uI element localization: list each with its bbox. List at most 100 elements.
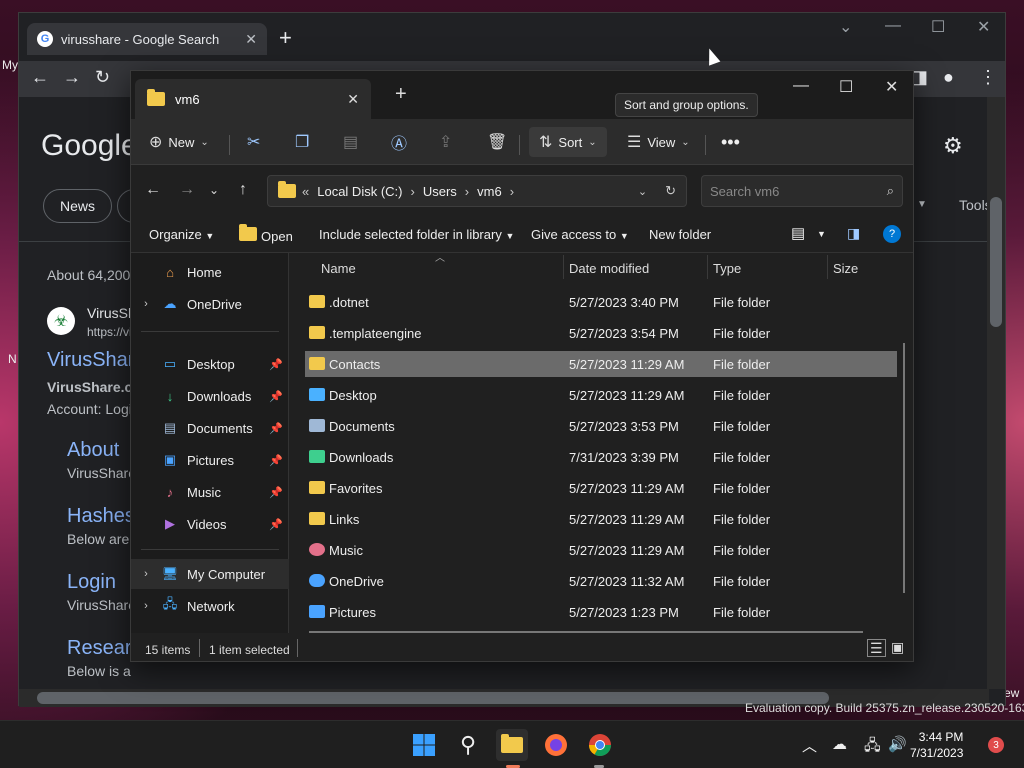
file-row[interactable]: Desktop 5/27/2023 11:29 AM File folder bbox=[305, 382, 897, 408]
close-window-button[interactable]: ✕ bbox=[885, 77, 898, 97]
new-tab-button[interactable]: + bbox=[395, 83, 407, 106]
file-row[interactable]: .templateengine 5/27/2023 3:54 PM File fol… bbox=[305, 320, 897, 346]
close-window-button[interactable]: ✕ bbox=[977, 17, 990, 37]
organize-menu[interactable]: Organize ▼ bbox=[149, 227, 214, 242]
up-icon[interactable]: ↑ bbox=[239, 181, 247, 199]
view-options-icon[interactable]: ▤ bbox=[791, 224, 805, 242]
nav-item-my-computer[interactable]: › 🖥 My Computer bbox=[131, 559, 289, 589]
taskbar-firefox[interactable] bbox=[540, 729, 572, 761]
recent-locations-icon[interactable]: ⌄ bbox=[209, 183, 219, 197]
breadcrumb-users[interactable]: Users bbox=[423, 184, 457, 199]
overflow-crumb[interactable]: « bbox=[302, 184, 309, 199]
back-icon[interactable]: ← bbox=[31, 67, 49, 88]
file-row[interactable]: Links 5/27/2023 11:29 AM File folder bbox=[305, 506, 897, 532]
file-row[interactable]: .dotnet 5/27/2023 3:40 PM File folder bbox=[305, 289, 897, 315]
sitelink-about[interactable]: About bbox=[67, 439, 119, 462]
cloud-offline-icon[interactable]: ☁ bbox=[832, 735, 847, 753]
pin-icon[interactable]: 📌 bbox=[269, 390, 283, 403]
details-view-icon[interactable]: ☰ bbox=[867, 639, 886, 657]
explorer-tab-vm6[interactable]: vm6 ✕ bbox=[135, 79, 371, 119]
profile-icon[interactable]: ● bbox=[943, 67, 954, 88]
gear-icon[interactable]: ⚙ bbox=[943, 133, 963, 159]
more-options-button[interactable]: ••• bbox=[721, 127, 740, 157]
chevron-up-icon[interactable]: ︿ bbox=[802, 735, 817, 756]
file-row[interactable]: Contacts 5/27/2023 11:29 AM File folder bbox=[305, 351, 897, 377]
paste-button[interactable]: ▤ bbox=[343, 127, 364, 157]
chevron-right-icon[interactable]: › bbox=[131, 600, 161, 612]
chevron-down-icon[interactable]: ⌄ bbox=[638, 185, 647, 198]
nav-item-desktop[interactable]: ▭ Desktop 📌 bbox=[131, 349, 289, 379]
file-row[interactable]: Documents 5/27/2023 3:53 PM File folder bbox=[305, 413, 897, 439]
maximize-button[interactable]: ☐ bbox=[839, 77, 853, 97]
delete-button[interactable]: 🗑 bbox=[487, 127, 513, 157]
forward-icon[interactable]: → bbox=[179, 181, 195, 199]
include-in-library-menu[interactable]: Include selected folder in library ▼ bbox=[319, 227, 514, 242]
file-row[interactable]: Music 5/27/2023 11:29 AM File folder bbox=[305, 537, 897, 563]
column-divider[interactable] bbox=[563, 255, 564, 279]
taskbar-chrome[interactable] bbox=[584, 729, 616, 761]
google-logo[interactable]: Google bbox=[41, 129, 138, 163]
new-folder-button[interactable]: New folder bbox=[649, 227, 711, 242]
nav-item-videos[interactable]: ▶ Videos 📌 bbox=[131, 509, 289, 539]
pin-icon[interactable]: 📌 bbox=[269, 518, 283, 531]
caret-down-icon[interactable]: ▼ bbox=[817, 229, 826, 239]
column-header-size[interactable]: Size bbox=[833, 261, 858, 276]
help-icon[interactable]: ? bbox=[883, 225, 901, 243]
minimize-button[interactable]: — bbox=[793, 77, 809, 95]
maximize-button[interactable]: ☐ bbox=[931, 17, 945, 37]
network-icon[interactable]: 🖧 bbox=[864, 735, 881, 760]
column-header-name[interactable]: Name bbox=[321, 261, 356, 276]
new-button[interactable]: ⊕ New ⌄ bbox=[149, 127, 209, 157]
give-access-menu[interactable]: Give access to ▼ bbox=[531, 227, 629, 242]
nav-item-pictures[interactable]: ▣ Pictures 📌 bbox=[131, 445, 289, 475]
search-input[interactable] bbox=[710, 183, 887, 199]
column-header-type[interactable]: Type bbox=[713, 261, 741, 276]
breadcrumb-vm6[interactable]: vm6 bbox=[477, 184, 502, 199]
address-bar[interactable]: « Local Disk (C:) › Users › vm6 › ⌄ ↻ bbox=[267, 175, 687, 207]
file-row[interactable]: Pictures 5/27/2023 1:23 PM File folder bbox=[305, 599, 897, 625]
close-icon[interactable]: ✕ bbox=[245, 31, 257, 48]
scroll-thumb[interactable] bbox=[990, 197, 1002, 327]
scroll-thumb[interactable] bbox=[37, 692, 829, 704]
notification-badge[interactable]: 3 bbox=[988, 737, 1004, 753]
pin-icon[interactable]: 📌 bbox=[269, 422, 283, 435]
file-row[interactable]: Favorites 5/27/2023 11:29 AM File folder bbox=[305, 475, 897, 501]
chevron-right-icon[interactable]: › bbox=[410, 184, 414, 199]
nav-item-network[interactable]: › 🖧 Network bbox=[131, 591, 289, 621]
search-button[interactable]: ⚲ bbox=[452, 729, 484, 761]
chevron-right-icon[interactable]: › bbox=[510, 184, 514, 199]
sort-button[interactable]: ⇅ Sort ⌄ bbox=[529, 127, 607, 157]
column-divider[interactable] bbox=[827, 255, 828, 279]
back-icon[interactable]: ← bbox=[145, 181, 161, 199]
view-button[interactable]: ☰ View ⌄ bbox=[627, 127, 690, 157]
reload-icon[interactable]: ↻ bbox=[95, 67, 110, 88]
nav-item-documents[interactable]: ▤ Documents 📌 bbox=[131, 413, 289, 443]
taskbar-file-explorer[interactable] bbox=[496, 729, 528, 761]
nav-item-music[interactable]: ♪ Music 📌 bbox=[131, 477, 289, 507]
chevron-right-icon[interactable]: › bbox=[465, 184, 469, 199]
nav-item-onedrive[interactable]: › ☁ OneDrive bbox=[131, 289, 289, 319]
nav-item-downloads[interactable]: ↓ Downloads 📌 bbox=[131, 381, 289, 411]
column-divider[interactable] bbox=[707, 255, 708, 279]
chevron-down-icon[interactable]: ⌄ bbox=[839, 17, 852, 37]
new-tab-button[interactable]: + bbox=[279, 25, 292, 51]
minimize-button[interactable]: — bbox=[885, 17, 901, 35]
tiles-view-icon[interactable]: ▣ bbox=[891, 639, 904, 655]
tools-button[interactable]: Tools bbox=[959, 197, 989, 213]
volume-icon[interactable]: 🔊 bbox=[888, 735, 907, 753]
share-button[interactable]: ⇪ bbox=[439, 127, 458, 157]
sitelink-login[interactable]: Login bbox=[67, 571, 116, 594]
start-button[interactable] bbox=[408, 729, 440, 761]
preview-pane-icon[interactable]: ◨ bbox=[847, 225, 860, 242]
chevron-right-icon[interactable]: › bbox=[131, 298, 161, 310]
system-clock[interactable]: 3:44 PM 7/31/2023 bbox=[910, 729, 963, 761]
chevron-down-icon[interactable]: ▼ bbox=[917, 199, 927, 210]
refresh-icon[interactable]: ↻ bbox=[665, 183, 676, 199]
sitelink-hashes[interactable]: Hashes bbox=[67, 505, 135, 528]
vertical-scrollbar[interactable] bbox=[987, 97, 1005, 689]
rename-button[interactable]: Ⓐ bbox=[391, 127, 413, 157]
sitelink-research[interactable]: Resear bbox=[67, 637, 131, 660]
breadcrumb-local-disk[interactable]: Local Disk (C:) bbox=[317, 184, 402, 199]
copy-button[interactable]: ❐ bbox=[295, 127, 315, 157]
file-row[interactable]: Downloads 7/31/2023 3:39 PM File folder bbox=[305, 444, 897, 470]
